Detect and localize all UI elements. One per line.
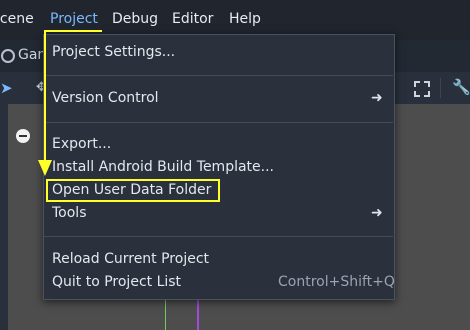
annotation-arrow (38, 32, 52, 176)
